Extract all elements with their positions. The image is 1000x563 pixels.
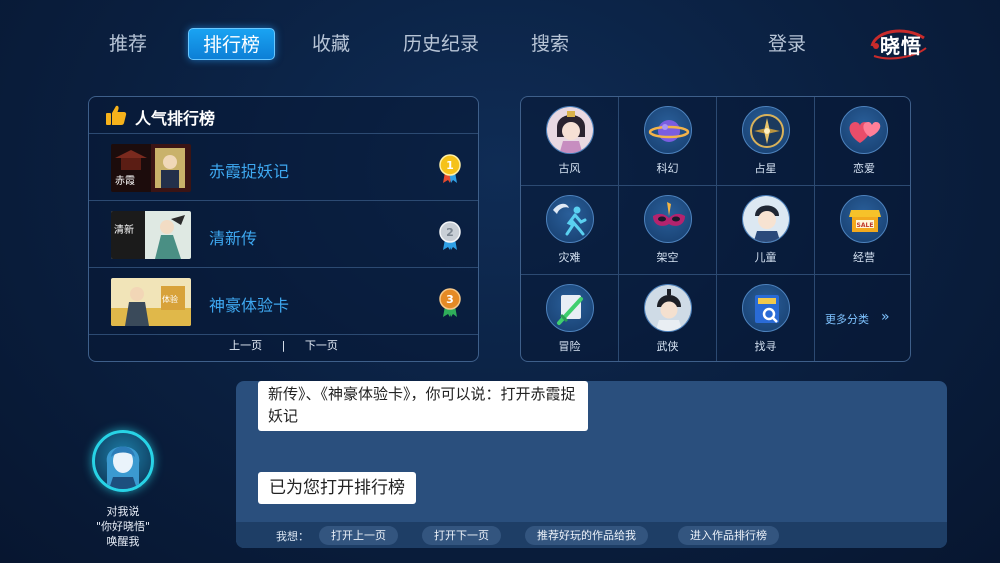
category-label: 经营	[853, 251, 875, 264]
suggestion-bar: 我想： 打开上一页 打开下一页 推荐好玩的作品给我 进入作品排行榜	[236, 522, 947, 548]
sword-icon	[546, 284, 594, 332]
nav-tab-favorites[interactable]: 收藏	[303, 28, 359, 60]
silver-medal-icon: 2	[439, 221, 461, 250]
more-categories-label: 更多分类	[825, 313, 869, 326]
assistant-reply-bubble: 已为您打开排行榜	[258, 472, 416, 504]
thumbs-up-icon	[106, 105, 127, 125]
nav-tab-history[interactable]: 历史纪录	[394, 28, 488, 60]
category-business[interactable]: SALE 经营	[815, 186, 910, 275]
category-grid: 古风 科幻 占星 恋爱 灾难 架空 儿童 SALE 经营 冒险 武侠 找寻 更多…	[520, 96, 911, 362]
category-label: 科幻	[656, 162, 679, 175]
magnifier-book-icon	[742, 284, 790, 332]
bronze-medal-icon: 3	[439, 288, 461, 317]
mask-icon	[644, 195, 692, 243]
medal-rank-number: 3	[446, 293, 454, 306]
suggestion-chip-next-page[interactable]: 打开下一页	[422, 526, 501, 545]
category-label: 架空	[656, 251, 679, 264]
category-martial-arts[interactable]: 武侠	[619, 275, 717, 361]
gold-medal-icon: 1	[439, 154, 461, 183]
category-label: 灾难	[558, 251, 581, 264]
category-ancient[interactable]: 古风	[521, 97, 619, 186]
nav-tab-ranking[interactable]: 排行榜	[188, 28, 275, 60]
planet-icon	[644, 106, 692, 154]
swordsman-icon	[644, 284, 692, 332]
ranking-row-title[interactable]: 神豪体验卡	[209, 292, 289, 316]
cover-chixia-thumbnail: 赤霞	[111, 144, 191, 192]
ranking-row-title[interactable]: 清新传	[209, 225, 257, 249]
assistant-message-bubble: 新传》、《神豪体验卡》，你可以说：打开赤霞捉妖记	[258, 381, 588, 431]
category-astrology[interactable]: 占星	[717, 97, 815, 186]
ranking-title: 人气排行榜	[135, 109, 216, 128]
suggestion-chip-prev-page[interactable]: 打开上一页	[319, 526, 398, 545]
medal-rank-number: 2	[446, 226, 454, 239]
assistant-avatar[interactable]	[92, 430, 154, 492]
more-categories-button[interactable]: 更多分类 »	[815, 275, 910, 361]
shop-icon: SALE	[840, 195, 888, 243]
popularity-ranking-panel: 人气排行榜 赤霞 赤霞捉妖记 1 清新 清新传 2 体验 神豪体验卡 3 上一页…	[88, 96, 479, 362]
top-nav: 推荐 排行榜 收藏 历史纪录 搜索 登录 晓悟	[0, 0, 1000, 90]
nav-tab-recommend[interactable]: 推荐	[100, 28, 156, 60]
compass-icon	[742, 106, 790, 154]
category-label: 恋爱	[853, 162, 875, 175]
wake-hint-line: 唤醒我	[106, 535, 140, 548]
suggestion-chip-ranking[interactable]: 进入作品排行榜	[678, 526, 779, 545]
cover-qingxin-thumbnail: 清新	[111, 211, 191, 259]
assistant-chat-panel: 新传》、《神豪体验卡》，你可以说：打开赤霞捉妖记 已为您打开排行榜 我想： 打开…	[236, 381, 947, 548]
prev-page-button[interactable]: 上一页	[229, 337, 262, 353]
category-label: 古风	[558, 162, 581, 175]
category-label: 冒险	[558, 340, 581, 353]
double-chevron-right-icon: »	[881, 309, 890, 325]
category-label: 武侠	[656, 340, 679, 353]
ranking-header: 人气排行榜	[89, 97, 478, 134]
ranking-row-title[interactable]: 赤霞捉妖记	[209, 158, 289, 182]
suggestion-label: 我想：	[276, 530, 309, 543]
category-label: 儿童	[754, 251, 777, 264]
category-label: 占星	[754, 162, 777, 175]
svg-text:赤霞: 赤霞	[115, 175, 135, 187]
pager-separator: |	[281, 339, 286, 352]
hearts-icon	[840, 106, 888, 154]
category-fantasy[interactable]: 架空	[619, 186, 717, 275]
category-search[interactable]: 找寻	[717, 275, 815, 361]
category-scifi[interactable]: 科幻	[619, 97, 717, 186]
ranking-row-1[interactable]: 赤霞 赤霞捉妖记 1	[89, 134, 478, 201]
medal-rank-number: 1	[446, 159, 454, 172]
ranking-row-2[interactable]: 清新 清新传 2	[89, 201, 478, 268]
next-page-button[interactable]: 下一页	[305, 337, 338, 353]
category-romance[interactable]: 恋爱	[815, 97, 910, 186]
wake-word-hint: 对我说 "你好晓悟" 唤醒我	[72, 504, 174, 549]
running-person-icon	[546, 195, 594, 243]
child-icon	[742, 195, 790, 243]
category-label: 找寻	[754, 340, 777, 353]
category-children[interactable]: 儿童	[717, 186, 815, 275]
category-disaster[interactable]: 灾难	[521, 186, 619, 275]
ancient-girl-icon	[546, 106, 594, 154]
login-button[interactable]: 登录	[758, 28, 816, 60]
ranking-pager: 上一页 | 下一页	[89, 337, 478, 353]
svg-text:清新: 清新	[114, 223, 134, 236]
cover-shenhao-thumbnail: 体验	[111, 278, 191, 326]
svg-text:体验: 体验	[162, 294, 178, 304]
brand-logo-text: 晓悟	[880, 34, 922, 58]
nav-tab-search[interactable]: 搜索	[522, 28, 578, 60]
ranking-row-3[interactable]: 体验 神豪体验卡 3	[89, 268, 478, 335]
wake-hint-line: "你好晓悟"	[95, 520, 151, 533]
wake-hint-line: 对我说	[106, 505, 140, 518]
suggestion-chip-recommend[interactable]: 推荐好玩的作品给我	[525, 526, 648, 545]
category-adventure[interactable]: 冒险	[521, 275, 619, 361]
svg-text:SALE: SALE	[857, 222, 874, 229]
